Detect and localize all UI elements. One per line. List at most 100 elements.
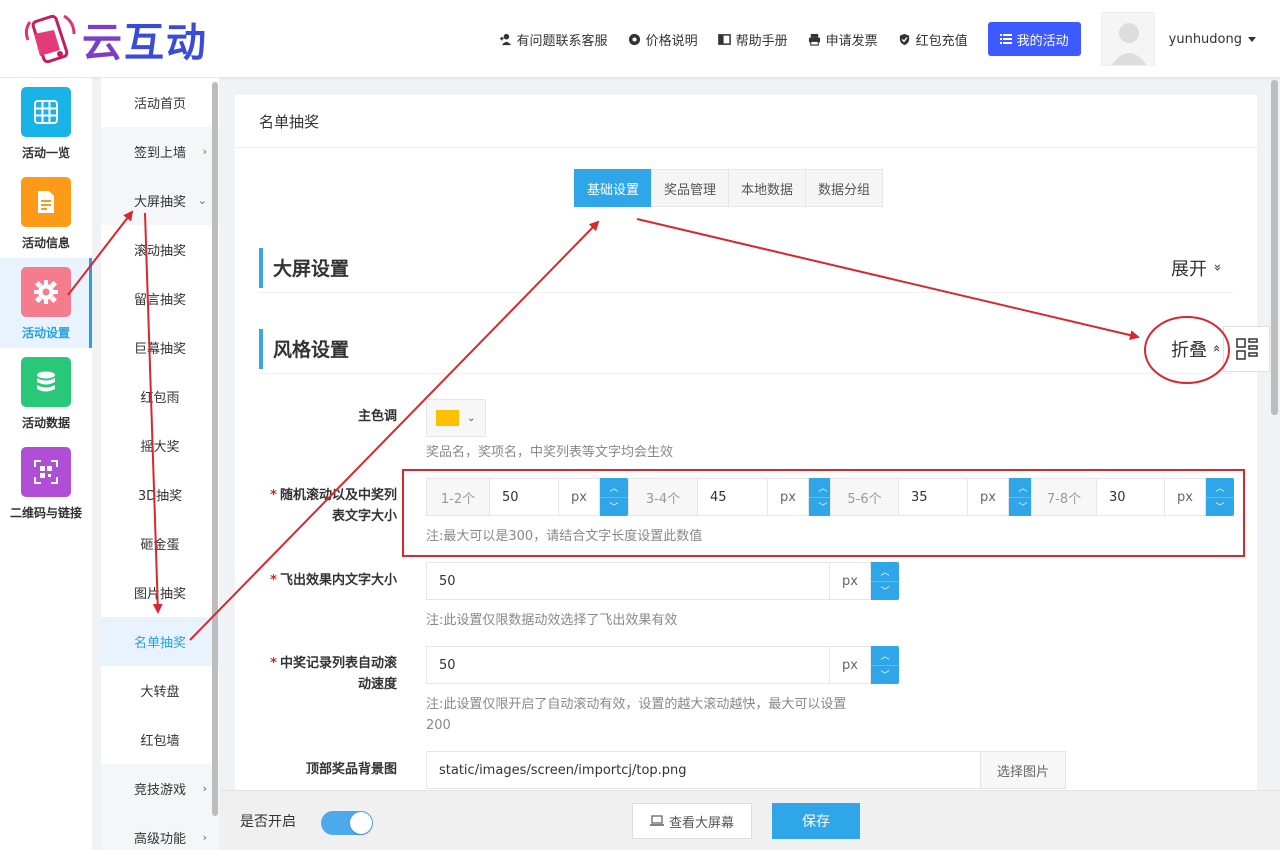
avatar[interactable] — [1100, 12, 1155, 66]
enable-label: 是否开启 — [240, 814, 296, 830]
main-panel: 名单抽奖 基础设置 奖品管理 本地数据 数据分组 大屏设置 展开» 风格设置 折… — [235, 95, 1257, 795]
font-size-stepper-7-8[interactable]: ︿ ﹀ — [1206, 478, 1234, 516]
submenu-item-message-lottery[interactable]: 留言抽奖 — [101, 274, 219, 323]
chevron-right-icon: › — [202, 145, 207, 158]
gear-icon — [21, 267, 71, 317]
primary-color-label: 主色调 — [357, 409, 397, 424]
font-size-group-7-8: 7-8个 30 px ︿ ﹀ — [1031, 478, 1234, 516]
laptop-icon — [649, 815, 664, 826]
nav-help-manual[interactable]: 帮助手册 — [717, 30, 788, 49]
chevron-down-icon: ⌄ — [197, 194, 207, 207]
submenu-item-screen-lottery[interactable]: 大屏抽奖 ⌄ — [101, 176, 219, 225]
printer-icon — [808, 33, 820, 46]
book-icon — [717, 33, 731, 45]
primary-color-hint: 奖品名，奖项名，中奖列表等文字均会生效 — [426, 445, 674, 460]
submenu-item-redpacket-wall[interactable]: 红包墙 — [101, 715, 219, 764]
chevron-down-icon: ﹀ — [880, 671, 890, 682]
chevron-up-icon: ︿ — [600, 478, 628, 498]
list-icon — [999, 34, 1012, 44]
fly-font-size-input[interactable]: 50 — [426, 562, 830, 600]
tab-basic-settings[interactable]: 基础设置 — [574, 169, 653, 207]
top-bg-path-input[interactable]: static/images/screen/importcj/top.png — [426, 751, 981, 789]
qrcode-icon — [21, 447, 71, 497]
font-size-stepper-1-2[interactable]: ︿ ﹀ — [600, 478, 628, 516]
tab-prize-management[interactable]: 奖品管理 — [651, 169, 730, 207]
sub-menu: 活动首页 签到上墙 › 大屏抽奖 ⌄ 滚动抽奖 留言抽奖 巨幕抽奖 红包雨 摇大奖 … — [101, 78, 219, 850]
choose-image-button[interactable]: 选择图片 — [980, 751, 1066, 789]
my-activity-button[interactable]: 我的活动 — [987, 22, 1081, 56]
nav-pricing[interactable]: 价格说明 — [628, 30, 698, 49]
tab-data-grouping[interactable]: 数据分组 — [805, 169, 884, 207]
font-size-input-1-2[interactable]: 50 — [490, 478, 559, 516]
bottom-action-bar: 是否开启 查看大屏幕 保存 — [220, 790, 1280, 850]
scroll-speed-hint: 注:此设置仅限开启了自动滚动有效，设置的越大滚动越快，最大可以设置 200 — [426, 697, 847, 733]
font-size-input-5-6[interactable]: 35 — [899, 478, 968, 516]
fly-font-size-stepper[interactable]: ︿ ﹀ — [871, 562, 899, 600]
submenu-item-list-lottery[interactable]: 名单抽奖 — [101, 617, 219, 666]
submenu-item-redpacket-rain[interactable]: 红包雨 — [101, 372, 219, 421]
font-size-group-1-2: 1-2个 50 px ︿ ﹀ — [426, 478, 628, 516]
submenu-item-golden-egg[interactable]: 砸金蛋 — [101, 519, 219, 568]
submenu-item-checkin-wall[interactable]: 签到上墙 › — [101, 127, 219, 176]
chevron-up-icon: ︿ — [1206, 478, 1234, 498]
database-icon — [21, 357, 71, 407]
nav-customer-service[interactable]: 有问题联系客服 — [499, 30, 608, 49]
scroll-speed-input[interactable]: 50 — [426, 646, 830, 684]
nav-invoice[interactable]: 申请发票 — [808, 30, 878, 49]
submenu-item-image-lottery[interactable]: 图片抽奖 — [101, 568, 219, 617]
tab-local-data[interactable]: 本地数据 — [728, 169, 807, 207]
color-swatch — [436, 410, 459, 426]
iconbar-item-qrcode-link[interactable]: 二维码与链接 — [0, 438, 92, 528]
shield-check-icon — [899, 33, 909, 45]
document-icon — [21, 177, 71, 227]
font-size-input-3-4[interactable]: 45 — [698, 478, 768, 516]
chevron-down-icon: ﹀ — [880, 587, 890, 598]
submenu-item-advanced[interactable]: 高级功能 › — [101, 813, 219, 850]
submenu-item-big-wheel[interactable]: 大转盘 — [101, 666, 219, 715]
fly-font-size-group: 50 px ︿ ﹀ — [426, 562, 899, 600]
chevron-down-icon: ⌄ — [467, 412, 476, 424]
double-chevron-down-icon: » — [1209, 263, 1225, 272]
top-nav: 有问题联系客服 价格说明 帮助手册 申请发票 红包充值 我的活动 yunhudo… — [499, 0, 1280, 78]
scroll-speed-label: * 中奖记录列表自动滚 动速度 — [270, 656, 397, 692]
submenu-item-3d-lottery[interactable]: 3D抽奖 — [101, 470, 219, 519]
user-menu[interactable]: yunhudong — [1169, 32, 1256, 47]
floating-qrcode-button[interactable] — [1223, 326, 1270, 372]
scroll-speed-stepper[interactable]: ︿ ﹀ — [871, 646, 899, 684]
iconbar-item-activity-settings[interactable]: 活动设置 — [0, 258, 92, 348]
font-size-group-3-4: 3-4个 45 px ︿ ﹀ — [628, 478, 837, 516]
switch-knob — [350, 812, 372, 834]
random-font-size-label: * 随机滚动以及中奖列 表文字大小 — [270, 488, 397, 524]
submenu-item-competitive-games[interactable]: 竞技游戏 › — [101, 764, 219, 813]
font-size-input-7-8[interactable]: 30 — [1097, 478, 1165, 516]
enable-toggle-switch[interactable] — [321, 811, 373, 835]
collapse-toggle[interactable]: 折叠» — [1171, 336, 1224, 362]
scroll-speed-group: 50 px ︿ ﹀ — [426, 646, 899, 684]
chevron-down-icon: ﹀ — [1215, 503, 1225, 514]
phone-logo-icon — [20, 10, 78, 68]
fly-font-size-hint: 注:此设置仅限数据动效选择了飞出效果有效 — [426, 613, 678, 628]
submenu-item-scroll-lottery[interactable]: 滚动抽奖 — [101, 225, 219, 274]
chevron-right-icon: › — [202, 831, 207, 844]
section-screen-settings: 大屏设置 展开» — [259, 243, 1233, 293]
submenu-item-giant-screen-lottery[interactable]: 巨幕抽奖 — [101, 323, 219, 372]
grid-icon — [21, 87, 71, 137]
submenu-scrollbar[interactable] — [212, 82, 218, 816]
tab-bar: 基础设置 奖品管理 本地数据 数据分组 — [574, 169, 884, 207]
expand-toggle[interactable]: 展开» — [1171, 255, 1224, 281]
nav-redpacket-recharge[interactable]: 红包充值 — [898, 30, 968, 49]
submenu-item-home[interactable]: 活动首页 — [101, 78, 219, 127]
qrcode-icon — [1235, 338, 1258, 360]
save-button[interactable]: 保存 — [772, 803, 860, 839]
submenu-item-shake-prize[interactable]: 摇大奖 — [101, 421, 219, 470]
primary-color-picker[interactable]: ⌄ — [426, 399, 486, 437]
view-big-screen-button[interactable]: 查看大屏幕 — [632, 803, 752, 839]
section-accent-bar — [259, 328, 263, 369]
iconbar-item-activity-info[interactable]: 活动信息 — [0, 168, 92, 258]
page-scrollbar[interactable] — [1271, 80, 1278, 415]
iconbar-item-activity-data[interactable]: 活动数据 — [0, 348, 92, 438]
page-title: 名单抽奖 — [235, 95, 1257, 148]
iconbar-item-activity-overview[interactable]: 活动一览 — [0, 78, 92, 168]
fly-font-size-label: * 飞出效果内文字大小 — [270, 573, 397, 588]
logo[interactable]: 云互动 — [20, 10, 208, 68]
